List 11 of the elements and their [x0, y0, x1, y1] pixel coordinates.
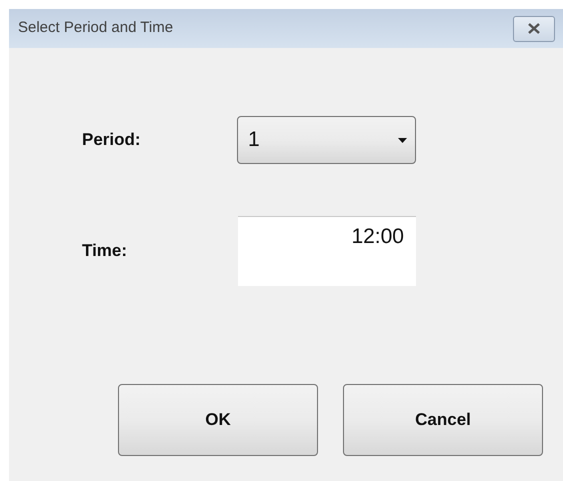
cancel-button[interactable]: Cancel — [343, 384, 543, 456]
caret-icon — [398, 138, 407, 142]
time-label: Time: — [82, 240, 128, 262]
period-value: 1 — [248, 127, 260, 154]
period-label: Period: — [82, 129, 142, 152]
close-button[interactable] — [513, 16, 555, 42]
window-title: Select Period and Time — [18, 18, 174, 38]
ok-button[interactable]: OK — [118, 384, 318, 456]
period-dropdown[interactable]: 1 — [237, 116, 416, 164]
close-icon — [527, 23, 541, 34]
time-field[interactable]: 12:00 — [238, 216, 416, 286]
